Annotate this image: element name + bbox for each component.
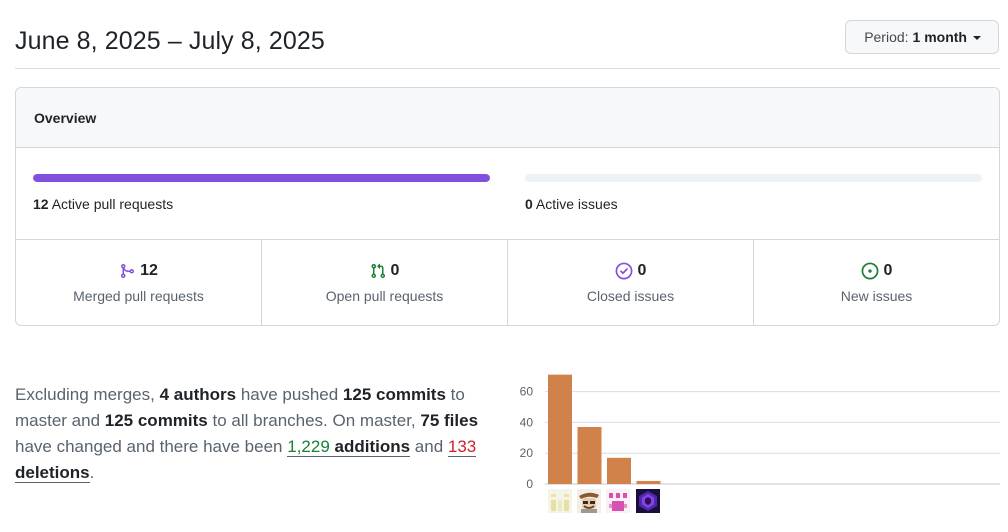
- commit-bar[interactable]: [636, 480, 661, 484]
- summary-text-7: .: [89, 463, 95, 482]
- date-range-title: June 8, 2025 – July 8, 2025: [15, 27, 325, 55]
- commit-bar[interactable]: [607, 457, 631, 484]
- closed-issues-label: Closed issues: [586, 288, 675, 304]
- stat-merged-pull-requests[interactable]: 12 Merged pull requests: [16, 240, 262, 325]
- active-issues-count: 0: [525, 196, 533, 212]
- active-issues-label: 0 Active issues: [525, 196, 982, 212]
- new-issues-count: 0: [883, 262, 893, 279]
- additions-count: 1,229: [287, 437, 330, 456]
- summary-text-5: have changed and there have been: [15, 437, 288, 456]
- closed-issue-icon: [615, 262, 633, 280]
- period-value: 1 month: [912, 29, 967, 45]
- commit-bar[interactable]: [548, 374, 572, 484]
- y-tick-label: 20: [520, 446, 534, 460]
- active-issues-text: Active issues: [535, 196, 618, 212]
- commit-summary: Excluding merges, 4 authors have pushed …: [15, 382, 495, 486]
- author-avatar-3[interactable]: [606, 489, 630, 513]
- additions-link[interactable]: 1,229 additions: [287, 437, 411, 457]
- active-pull-requests-summary[interactable]: 12 Active pull requests: [33, 174, 490, 212]
- new-issue-icon: [861, 262, 879, 280]
- summary-text-4: to all branches. On master,: [207, 411, 421, 430]
- y-tick-label: 60: [520, 385, 534, 399]
- issues-progress-track: [525, 174, 982, 182]
- open-pr-count: 0: [390, 262, 400, 279]
- commits-by-author-chart: 0 20 40 60: [505, 365, 1000, 515]
- summary-text-1: Excluding merges,: [15, 385, 160, 404]
- additions-word: additions: [329, 437, 411, 456]
- y-tick-label: 0: [526, 477, 533, 491]
- commits-to-master: 125 commits: [342, 385, 446, 404]
- merged-pr-count: 12: [140, 262, 158, 279]
- period-label: Period:: [864, 29, 909, 45]
- period-dropdown-button[interactable]: Period: 1 month: [845, 20, 999, 54]
- deletions-word: deletions: [15, 463, 90, 482]
- stat-open-pull-requests[interactable]: 0 Open pull requests: [262, 240, 508, 325]
- closed-issues-count: 0: [637, 262, 647, 279]
- activity-bars: 12 Active pull requests 0 Active issues: [16, 148, 999, 240]
- author-avatar-1[interactable]: [548, 489, 572, 513]
- merged-pr-label: Merged pull requests: [73, 288, 204, 304]
- pull-requests-progress-track: [33, 174, 490, 182]
- caret-down-icon: [973, 36, 981, 40]
- deletions-count: 133: [447, 437, 477, 456]
- commit-bar[interactable]: [577, 427, 602, 484]
- overview-title: Overview: [16, 88, 999, 148]
- authors-count: 4 authors: [159, 385, 237, 404]
- overview-stats: 12 Merged pull requests 0 Open pull requ…: [16, 240, 999, 325]
- author-avatar-2[interactable]: [577, 489, 601, 513]
- author-avatar-4[interactable]: [636, 489, 660, 513]
- overview-panel: Overview 12 Active pull requests 0 Activ…: [15, 87, 1000, 326]
- files-changed: 75 files: [420, 411, 479, 430]
- active-pull-requests-count: 12: [33, 196, 49, 212]
- commits-to-all-branches: 125 commits: [104, 411, 208, 430]
- pull-requests-progress-fill: [33, 174, 490, 182]
- open-pr-label: Open pull requests: [325, 288, 444, 304]
- summary-text-2: have pushed: [236, 385, 343, 404]
- active-pull-requests-text: Active pull requests: [51, 196, 174, 212]
- summary-text-6: and: [410, 437, 448, 456]
- merged-pr-icon: [119, 263, 135, 279]
- stat-new-issues[interactable]: 0 New issues: [754, 240, 999, 325]
- active-pull-requests-label: 12 Active pull requests: [33, 196, 490, 212]
- open-pr-icon: [370, 263, 386, 279]
- y-tick-label: 40: [520, 415, 534, 429]
- page-header: June 8, 2025 – July 8, 2025 Period: 1 mo…: [15, 20, 1000, 69]
- new-issues-label: New issues: [840, 288, 913, 304]
- stat-closed-issues[interactable]: 0 Closed issues: [508, 240, 754, 325]
- active-issues-summary[interactable]: 0 Active issues: [525, 174, 982, 212]
